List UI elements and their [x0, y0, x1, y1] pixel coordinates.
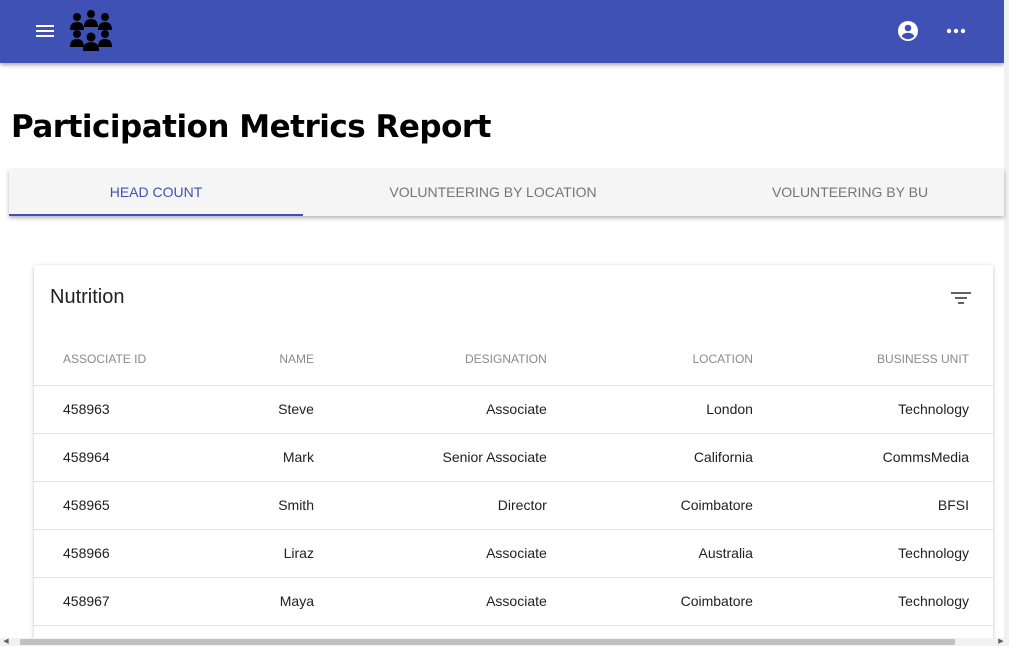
scroll-right-icon[interactable]: ▶	[996, 638, 1006, 646]
table-row[interactable]: 458965 Smith Director Coimbatore BFSI	[34, 481, 993, 530]
tab-volunteering-by-location[interactable]: VOLUNTEERING BY LOCATION	[303, 169, 683, 216]
cell-business-unit: CommsMedia	[752, 433, 993, 482]
cell-business-unit: BFSI	[752, 481, 993, 530]
app-window: Participation Metrics Report HEAD COUNT …	[0, 0, 1009, 646]
nutrition-card: Nutrition ASSOCIATE ID NAME DESIGNATION …	[34, 265, 993, 646]
more-horizontal-icon[interactable]	[943, 19, 969, 43]
cell-location: Coimbatore	[546, 577, 753, 626]
cell-designation: Associate	[313, 577, 547, 626]
column-header-business-unit[interactable]: BUSINESS UNIT	[752, 333, 993, 386]
cell-associate-id: 458963	[34, 385, 240, 434]
vertical-scrollbar[interactable]	[1004, 0, 1009, 638]
account-circle-icon[interactable]	[896, 19, 920, 43]
column-header-name[interactable]: NAME	[239, 333, 314, 386]
active-tab-indicator	[9, 214, 303, 216]
cell-associate-id: 458966	[34, 529, 240, 578]
table-row[interactable]: 458967 Maya Associate Coimbatore Technol…	[34, 577, 993, 626]
card-title: Nutrition	[50, 286, 125, 308]
cell-designation: Associate	[313, 385, 547, 434]
associates-table: ASSOCIATE ID NAME DESIGNATION LOCATION B…	[34, 333, 993, 626]
cell-business-unit: Technology	[752, 577, 993, 626]
cell-location: Australia	[546, 529, 753, 578]
table-row[interactable]: 458964 Mark Senior Associate California …	[34, 433, 993, 482]
table-header-row: ASSOCIATE ID NAME DESIGNATION LOCATION B…	[34, 333, 993, 386]
cell-business-unit: Technology	[752, 385, 993, 434]
cell-location: Coimbatore	[546, 481, 753, 530]
page-title: Participation Metrics Report	[11, 109, 491, 145]
cell-location: California	[546, 433, 753, 482]
horizontal-scrollbar[interactable]: ◀ ▶	[0, 638, 1009, 646]
column-header-location[interactable]: LOCATION	[546, 333, 753, 386]
horizontal-scrollbar-thumb[interactable]	[20, 639, 955, 645]
column-header-designation[interactable]: DESIGNATION	[313, 333, 547, 386]
tab-volunteering-by-bu[interactable]: VOLUNTEERING BY BU	[683, 169, 1009, 216]
report-tabs: HEAD COUNT VOLUNTEERING BY LOCATION VOLU…	[9, 169, 1004, 216]
cell-associate-id: 458964	[34, 433, 240, 482]
menu-icon[interactable]	[33, 20, 57, 42]
column-header-associate-id[interactable]: ASSOCIATE ID	[34, 333, 240, 386]
app-bar	[0, 0, 1004, 63]
cell-associate-id: 458965	[34, 481, 240, 530]
cell-name: Liraz	[239, 529, 314, 578]
cell-designation: Director	[313, 481, 547, 530]
scroll-left-icon[interactable]: ◀	[1, 638, 11, 646]
table-row[interactable]: 458963 Steve Associate London Technology	[34, 385, 993, 434]
cell-name: Mark	[239, 433, 314, 482]
tab-head-count[interactable]: HEAD COUNT	[9, 169, 303, 216]
cell-business-unit: Technology	[752, 529, 993, 578]
cell-location: London	[546, 385, 753, 434]
cell-name: Steve	[239, 385, 314, 434]
cell-designation: Senior Associate	[313, 433, 547, 482]
filter-list-icon[interactable]	[950, 287, 972, 309]
cell-associate-id: 458967	[34, 577, 240, 626]
table-row[interactable]: 458966 Liraz Associate Australia Technol…	[34, 529, 993, 578]
cell-name: Maya	[239, 577, 314, 626]
cell-designation: Associate	[313, 529, 547, 578]
cell-name: Smith	[239, 481, 314, 530]
people-group-icon[interactable]	[66, 8, 116, 52]
